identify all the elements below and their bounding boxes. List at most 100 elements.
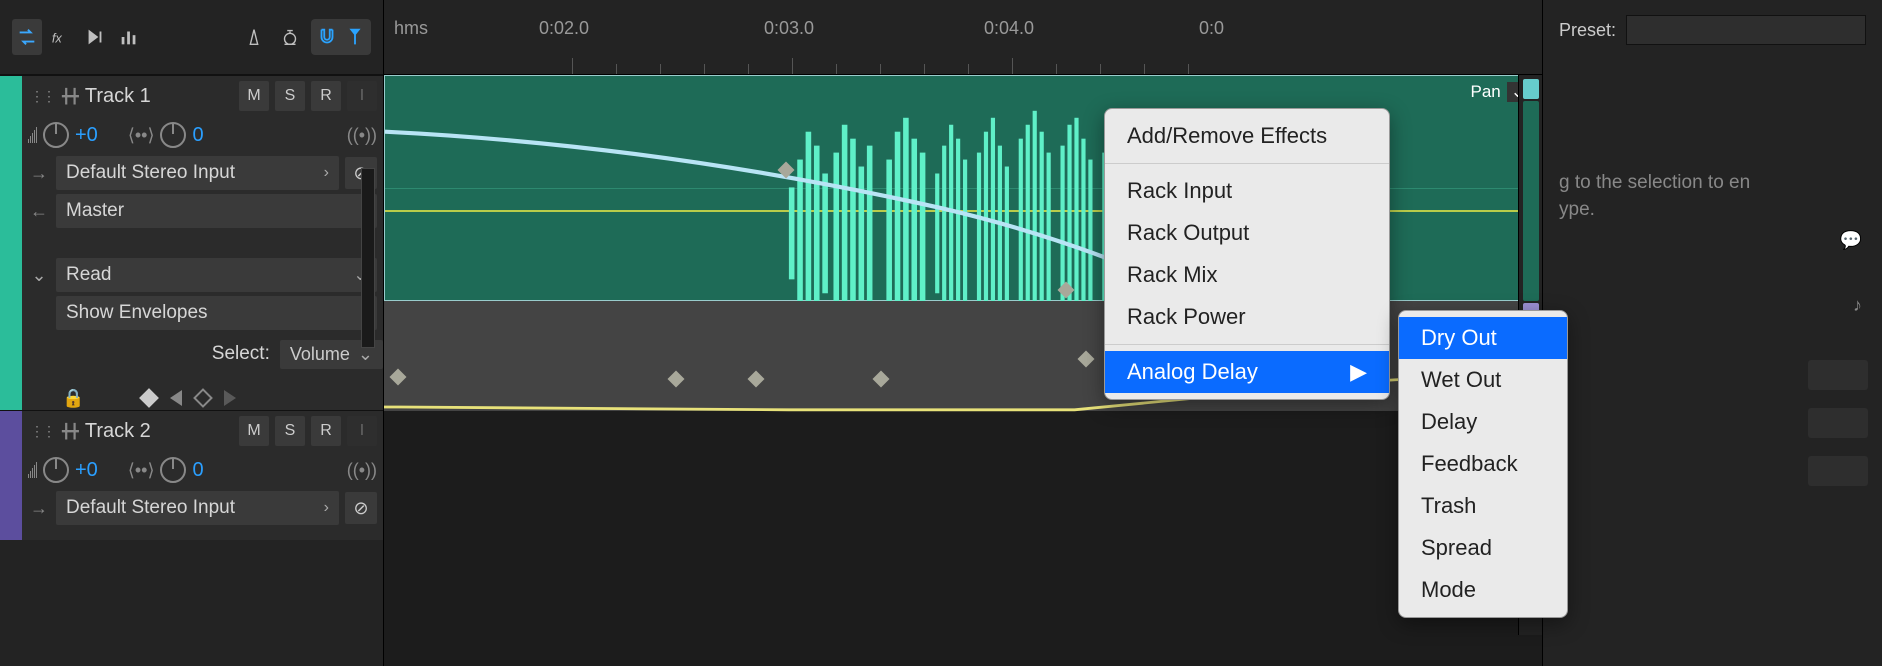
select-label: Select: (212, 343, 270, 365)
volume-knob[interactable] (43, 457, 69, 483)
prev-keyframe-button[interactable] (170, 390, 182, 406)
track-2-name[interactable]: Track 2 (85, 420, 151, 443)
menu-rack-power[interactable]: Rack Power (1105, 296, 1389, 338)
track-1-knob-row: +0 ⟨••⟩ 0 ((•)) (22, 116, 383, 154)
input-label: Default Stereo Input (66, 497, 235, 519)
input-arrow-icon: → (28, 163, 50, 184)
track-2-knob-row: +0 ⟨••⟩ 0 ((•)) (22, 451, 383, 489)
volume-knob[interactable] (43, 122, 69, 148)
track-1-input-row: → Default Stereo Input › ⊘ (22, 154, 383, 192)
record-button[interactable]: R (311, 416, 341, 446)
menu-rack-input[interactable]: Rack Input (1105, 170, 1389, 212)
grip-icon[interactable]: ⋮⋮ (28, 88, 56, 105)
effects-context-menu: Add/Remove Effects Rack Input Rack Outpu… (1104, 108, 1390, 400)
track-1-header: ⋮⋮ ╋╋ Track 1 M S R I (22, 76, 383, 116)
output-dropdown[interactable]: Master › (56, 194, 377, 228)
menu-add-remove-effects[interactable]: Add/Remove Effects (1105, 115, 1389, 157)
submenu-delay[interactable]: Delay (1399, 401, 1567, 443)
submenu-feedback[interactable]: Feedback (1399, 443, 1567, 485)
record-button[interactable]: R (311, 81, 341, 111)
add-keyframe-button[interactable] (140, 388, 160, 408)
pan-value[interactable]: 0 (192, 459, 203, 482)
time-ruler[interactable]: hms 0:02.0 0:03.0 0:04.0 0:0 (384, 0, 1542, 75)
chevron-right-icon: › (324, 499, 329, 517)
toolbar-right-group (239, 19, 371, 55)
clip-swatches (1808, 360, 1868, 486)
track-2-body: ⋮⋮ ╋╋ Track 2 M S R I +0 ⟨••⟩ (22, 411, 383, 540)
pan-knob[interactable] (160, 457, 186, 483)
monitor-button[interactable]: I (347, 416, 377, 446)
select-value: Volume (290, 344, 350, 365)
track-1-body: ⋮⋮ ╋╋ Track 1 M S R I +0 ⟨••⟩ (22, 76, 383, 410)
panel-hint: g to the selection to en ype. (1559, 170, 1866, 223)
ruler-tick: 0:03.0 (764, 18, 814, 39)
solo-button[interactable]: S (275, 81, 305, 111)
snap-magnet-icon[interactable] (313, 21, 341, 53)
ruler-tick: 0:02.0 (539, 18, 589, 39)
track-2-color[interactable] (0, 411, 22, 540)
volume-bars-icon (28, 462, 37, 478)
track-wave-icon: ╋╋ (62, 88, 79, 105)
volume-value[interactable]: +0 (75, 124, 98, 147)
comment-icon[interactable]: 💬 (1840, 230, 1862, 251)
track-2-input-row: → Default Stereo Input › ⊘ (22, 489, 383, 527)
phase-icon[interactable]: ⊘ (345, 492, 377, 524)
submenu-dry-out[interactable]: Dry Out (1399, 317, 1567, 359)
collapse-icon[interactable]: ⌄ (28, 265, 50, 286)
mute-button[interactable]: M (239, 81, 269, 111)
menu-analog-delay[interactable]: Analog Delay ▶ (1105, 351, 1389, 393)
track-wave-icon: ╋╋ (62, 423, 79, 440)
music-note-icon[interactable]: ♪ (1853, 295, 1862, 316)
clip-swatch[interactable] (1808, 456, 1868, 486)
clip-swatch[interactable] (1808, 408, 1868, 438)
snap-group (311, 19, 371, 55)
spacer-row (22, 230, 383, 256)
send-icon[interactable] (80, 19, 110, 55)
keyframe-indicator[interactable] (194, 388, 214, 408)
menu-rack-output[interactable]: Rack Output (1105, 212, 1389, 254)
track-1-color[interactable] (0, 76, 22, 410)
automation-mode-dropdown[interactable]: Read ⌄ (56, 258, 377, 292)
pan-knob[interactable] (160, 122, 186, 148)
track-panel-toolbar: fx (0, 0, 383, 75)
track-1-name[interactable]: Track 1 (85, 85, 151, 108)
svg-text:fx: fx (52, 31, 63, 46)
preset-dropdown[interactable] (1626, 15, 1866, 45)
stereo-indicator-icon: ((•)) (347, 460, 377, 481)
effects-panel: Preset: g to the selection to en ype. 💬 … (1542, 0, 1882, 666)
submenu-trash[interactable]: Trash (1399, 485, 1567, 527)
track-1-automation-row: ⌄ Read ⌄ (22, 256, 383, 294)
volume-value[interactable]: +0 (75, 459, 98, 482)
input-dropdown[interactable]: Default Stereo Input › (56, 491, 339, 525)
volume-bars-icon (28, 127, 37, 143)
envelopes-dropdown[interactable]: Show Envelopes › (56, 296, 377, 330)
metronome-icon[interactable] (239, 19, 269, 55)
pan-value[interactable]: 0 (192, 124, 203, 147)
swap-icon[interactable] (12, 19, 42, 55)
solo-button[interactable]: S (275, 416, 305, 446)
timer-icon[interactable] (275, 19, 305, 55)
submenu-mode[interactable]: Mode (1399, 569, 1567, 611)
output-arrow-icon: ← (28, 201, 50, 222)
grip-icon[interactable]: ⋮⋮ (28, 423, 56, 440)
submenu-wet-out[interactable]: Wet Out (1399, 359, 1567, 401)
ruler-tick: 0:04.0 (984, 18, 1034, 39)
mute-button[interactable]: M (239, 416, 269, 446)
monitor-button[interactable]: I (347, 81, 377, 111)
track-2-strip: ⋮⋮ ╋╋ Track 2 M S R I +0 ⟨••⟩ (0, 410, 383, 540)
menu-rack-mix[interactable]: Rack Mix (1105, 254, 1389, 296)
fx-icon[interactable]: fx (46, 19, 76, 55)
eq-icon[interactable] (114, 19, 144, 55)
input-dropdown[interactable]: Default Stereo Input › (56, 156, 339, 190)
clip-swatch[interactable] (1808, 360, 1868, 390)
stereo-indicator-icon: ((•)) (347, 125, 377, 146)
toolbar-left-group: fx (12, 19, 144, 55)
lock-icon[interactable]: 🔒 (62, 388, 84, 409)
playhead-icon[interactable] (341, 21, 369, 53)
submenu-spread[interactable]: Spread (1399, 527, 1567, 569)
pan-icon: ⟨••⟩ (128, 460, 155, 481)
chevron-right-icon: › (324, 164, 329, 182)
input-arrow-icon: → (28, 498, 50, 519)
menu-separator (1105, 163, 1389, 164)
next-keyframe-button[interactable] (224, 390, 236, 406)
